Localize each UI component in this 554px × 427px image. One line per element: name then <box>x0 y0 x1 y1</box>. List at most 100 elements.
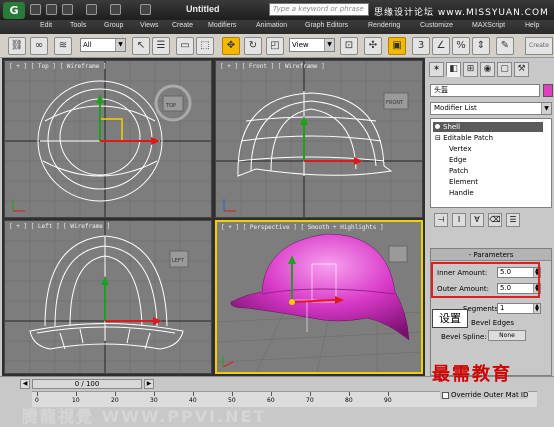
stack-item-element[interactable]: Element <box>449 177 478 187</box>
hierarchy-tab-icon[interactable]: ⊞ <box>463 62 478 77</box>
select-object-icon[interactable]: ↖ <box>132 37 150 55</box>
select-and-rotate-icon[interactable]: ↻ <box>244 37 262 55</box>
ruler-tick <box>115 392 116 396</box>
bevel-spline-button[interactable]: None <box>488 330 526 341</box>
link-icon[interactable]: ⛓ <box>8 37 26 55</box>
show-end-result-icon[interactable]: I <box>452 213 466 227</box>
unlink-icon[interactable]: ∞ <box>30 37 48 55</box>
menu-customize[interactable]: Customize <box>420 22 453 29</box>
time-slider[interactable]: 0 / 100 <box>32 379 142 389</box>
pivot-center-icon[interactable]: ⊡ <box>340 37 358 55</box>
next-frame-icon[interactable]: ▶ <box>144 379 154 389</box>
override-outer-checkbox[interactable] <box>442 391 449 399</box>
motion-tab-icon[interactable]: ◉ <box>480 62 495 77</box>
pin-stack-icon[interactable]: ⊣ <box>434 213 448 227</box>
viewport-top[interactable]: TOP [ + ] [ Top ] [ Wireframe ] <box>4 60 212 218</box>
previous-frame-icon[interactable]: ◀ <box>20 379 30 389</box>
select-and-scale-icon[interactable]: ◰ <box>266 37 284 55</box>
stack-item-handle[interactable]: Handle <box>449 188 474 198</box>
viewport-area: TOP [ + ] [ Top ] [ Wireframe ] FRONT [… <box>2 58 425 426</box>
bevel-edges-label[interactable]: Bevel Edges <box>471 319 514 327</box>
viewport-label-top[interactable]: [ + ] [ Top ] [ Wireframe ] <box>9 63 107 70</box>
bind-space-warp-icon[interactable]: ≋ <box>54 37 72 55</box>
ruler-tick <box>37 392 38 396</box>
chevron-down-icon: ▼ <box>541 103 551 114</box>
modifier-list-dropdown[interactable]: Modifier List ▼ <box>430 102 552 115</box>
viewport-left[interactable]: LEFT [ + ] [ Left ] [ Wireframe ] <box>4 220 212 374</box>
segments-spinner[interactable]: 1 ▲ ▼ <box>497 303 541 314</box>
app-logo-icon[interactable]: G <box>3 2 25 19</box>
project-icon[interactable] <box>140 4 151 15</box>
menu-modifiers[interactable]: Modifiers <box>208 22 236 29</box>
selection-filter-dropdown[interactable]: All ▼ <box>80 38 126 52</box>
menu-tools[interactable]: Tools <box>70 22 86 29</box>
undo-icon[interactable] <box>86 4 97 15</box>
watermark-top: 思缘设计论坛 www.MISSYUAN.COM <box>374 8 549 18</box>
search-input[interactable]: Type a keyword or phrase <box>269 3 369 16</box>
stack-item-editable-patch[interactable]: ⊟ Editable Patch <box>435 133 493 143</box>
callout-tooltip: 设置 <box>432 309 468 328</box>
edit-named-selection-icon[interactable]: ✎ <box>496 37 514 55</box>
selection-filter-value: All <box>83 41 92 49</box>
remove-modifier-icon[interactable]: ⌫ <box>488 213 502 227</box>
display-tab-icon[interactable]: ▢ <box>497 62 512 77</box>
bevel-spline-label: Bevel Spline: <box>441 333 487 341</box>
stack-item-label: Shell <box>443 123 461 131</box>
menu-edit[interactable]: Edit <box>40 22 52 29</box>
viewport-front[interactable]: FRONT [ + ] [ Front ] [ Wireframe ] <box>215 60 423 218</box>
modifier-list-label: Modifier List <box>434 104 477 112</box>
top-view-cube-label[interactable]: TOP <box>165 103 176 109</box>
make-unique-icon[interactable]: ∀ <box>470 213 484 227</box>
front-view-cube-label[interactable]: FRONT <box>386 100 404 106</box>
select-manipulate-icon[interactable]: ✣ <box>364 37 382 55</box>
stack-item-patch[interactable]: Patch <box>449 166 468 176</box>
stack-item-label: Element <box>449 178 478 186</box>
select-by-name-icon[interactable]: ☰ <box>152 37 170 55</box>
named-selection-set-field[interactable]: Create Selection <box>525 37 554 65</box>
window-crossing-icon[interactable]: ⬚ <box>196 37 214 55</box>
viewport-label-perspective[interactable]: [ + ] [ Perspective ] [ Smooth + Highlig… <box>221 224 384 231</box>
stack-item-shell[interactable]: Shell <box>433 122 543 132</box>
snap-toggle-icon[interactable]: 3 <box>412 37 430 55</box>
viewport-label-front[interactable]: [ + ] [ Front ] [ Wireframe ] <box>220 63 325 70</box>
modify-tab-icon[interactable]: ◧ <box>446 62 461 77</box>
parameters-rollout-title[interactable]: - Parameters <box>431 249 551 261</box>
override-outer-mat-id[interactable]: Override Outer Mat ID <box>440 391 529 399</box>
open-file-icon[interactable] <box>46 4 57 15</box>
menu-maxscript[interactable]: MAXScript <box>472 22 505 29</box>
create-tab-icon[interactable]: ✶ <box>429 62 444 77</box>
menu-create[interactable]: Create <box>172 22 193 29</box>
viewport-perspective[interactable]: [ + ] [ Perspective ] [ Smooth + Highlig… <box>215 220 423 374</box>
reference-coordinate-dropdown[interactable]: View ▼ <box>289 38 335 52</box>
menu-group[interactable]: Group <box>104 22 123 29</box>
keyboard-shortcut-override-icon[interactable]: ▣ <box>388 37 406 55</box>
object-color-swatch[interactable] <box>543 84 553 97</box>
menu-views[interactable]: Views <box>140 22 159 29</box>
modifier-stack: Shell ⊟ Editable Patch Vertex Edge Patch… <box>430 118 552 208</box>
menu-graph-editors[interactable]: Graph Editors <box>305 22 348 29</box>
angle-snap-icon[interactable]: ∠ <box>432 37 450 55</box>
title-bar: G Untitled Type a keyword or phrase 思缘设计… <box>0 0 554 20</box>
selection-region-icon[interactable]: ▭ <box>176 37 194 55</box>
bulb-icon[interactable] <box>435 124 440 129</box>
viewport-label-left[interactable]: [ + ] [ Left ] [ Wireframe ] <box>9 223 110 230</box>
select-and-move-icon[interactable]: ✥ <box>222 37 240 55</box>
menu-animation[interactable]: Animation <box>256 22 287 29</box>
stack-item-vertex[interactable]: Vertex <box>449 144 472 154</box>
save-file-icon[interactable] <box>62 4 73 15</box>
stack-item-edge[interactable]: Edge <box>449 155 467 165</box>
spinner-arrows-icon[interactable]: ▲ ▼ <box>533 304 540 313</box>
object-name-field[interactable]: 头盔 <box>430 84 540 97</box>
stack-item-label: Handle <box>449 189 474 197</box>
utilities-tab-icon[interactable]: ⚒ <box>514 62 529 77</box>
configure-modifier-sets-icon[interactable]: ☰ <box>506 213 520 227</box>
ruler-tick <box>310 392 311 396</box>
spinner-snap-icon[interactable]: ⇕ <box>472 37 490 55</box>
menu-rendering[interactable]: Rendering <box>368 22 400 29</box>
percent-snap-icon[interactable]: % <box>452 37 470 55</box>
left-view-cube-label[interactable]: LEFT <box>172 258 185 264</box>
ruler-label: 40 <box>189 397 197 404</box>
menu-help[interactable]: Help <box>525 22 539 29</box>
redo-icon[interactable] <box>110 4 121 15</box>
new-file-icon[interactable] <box>30 4 41 15</box>
